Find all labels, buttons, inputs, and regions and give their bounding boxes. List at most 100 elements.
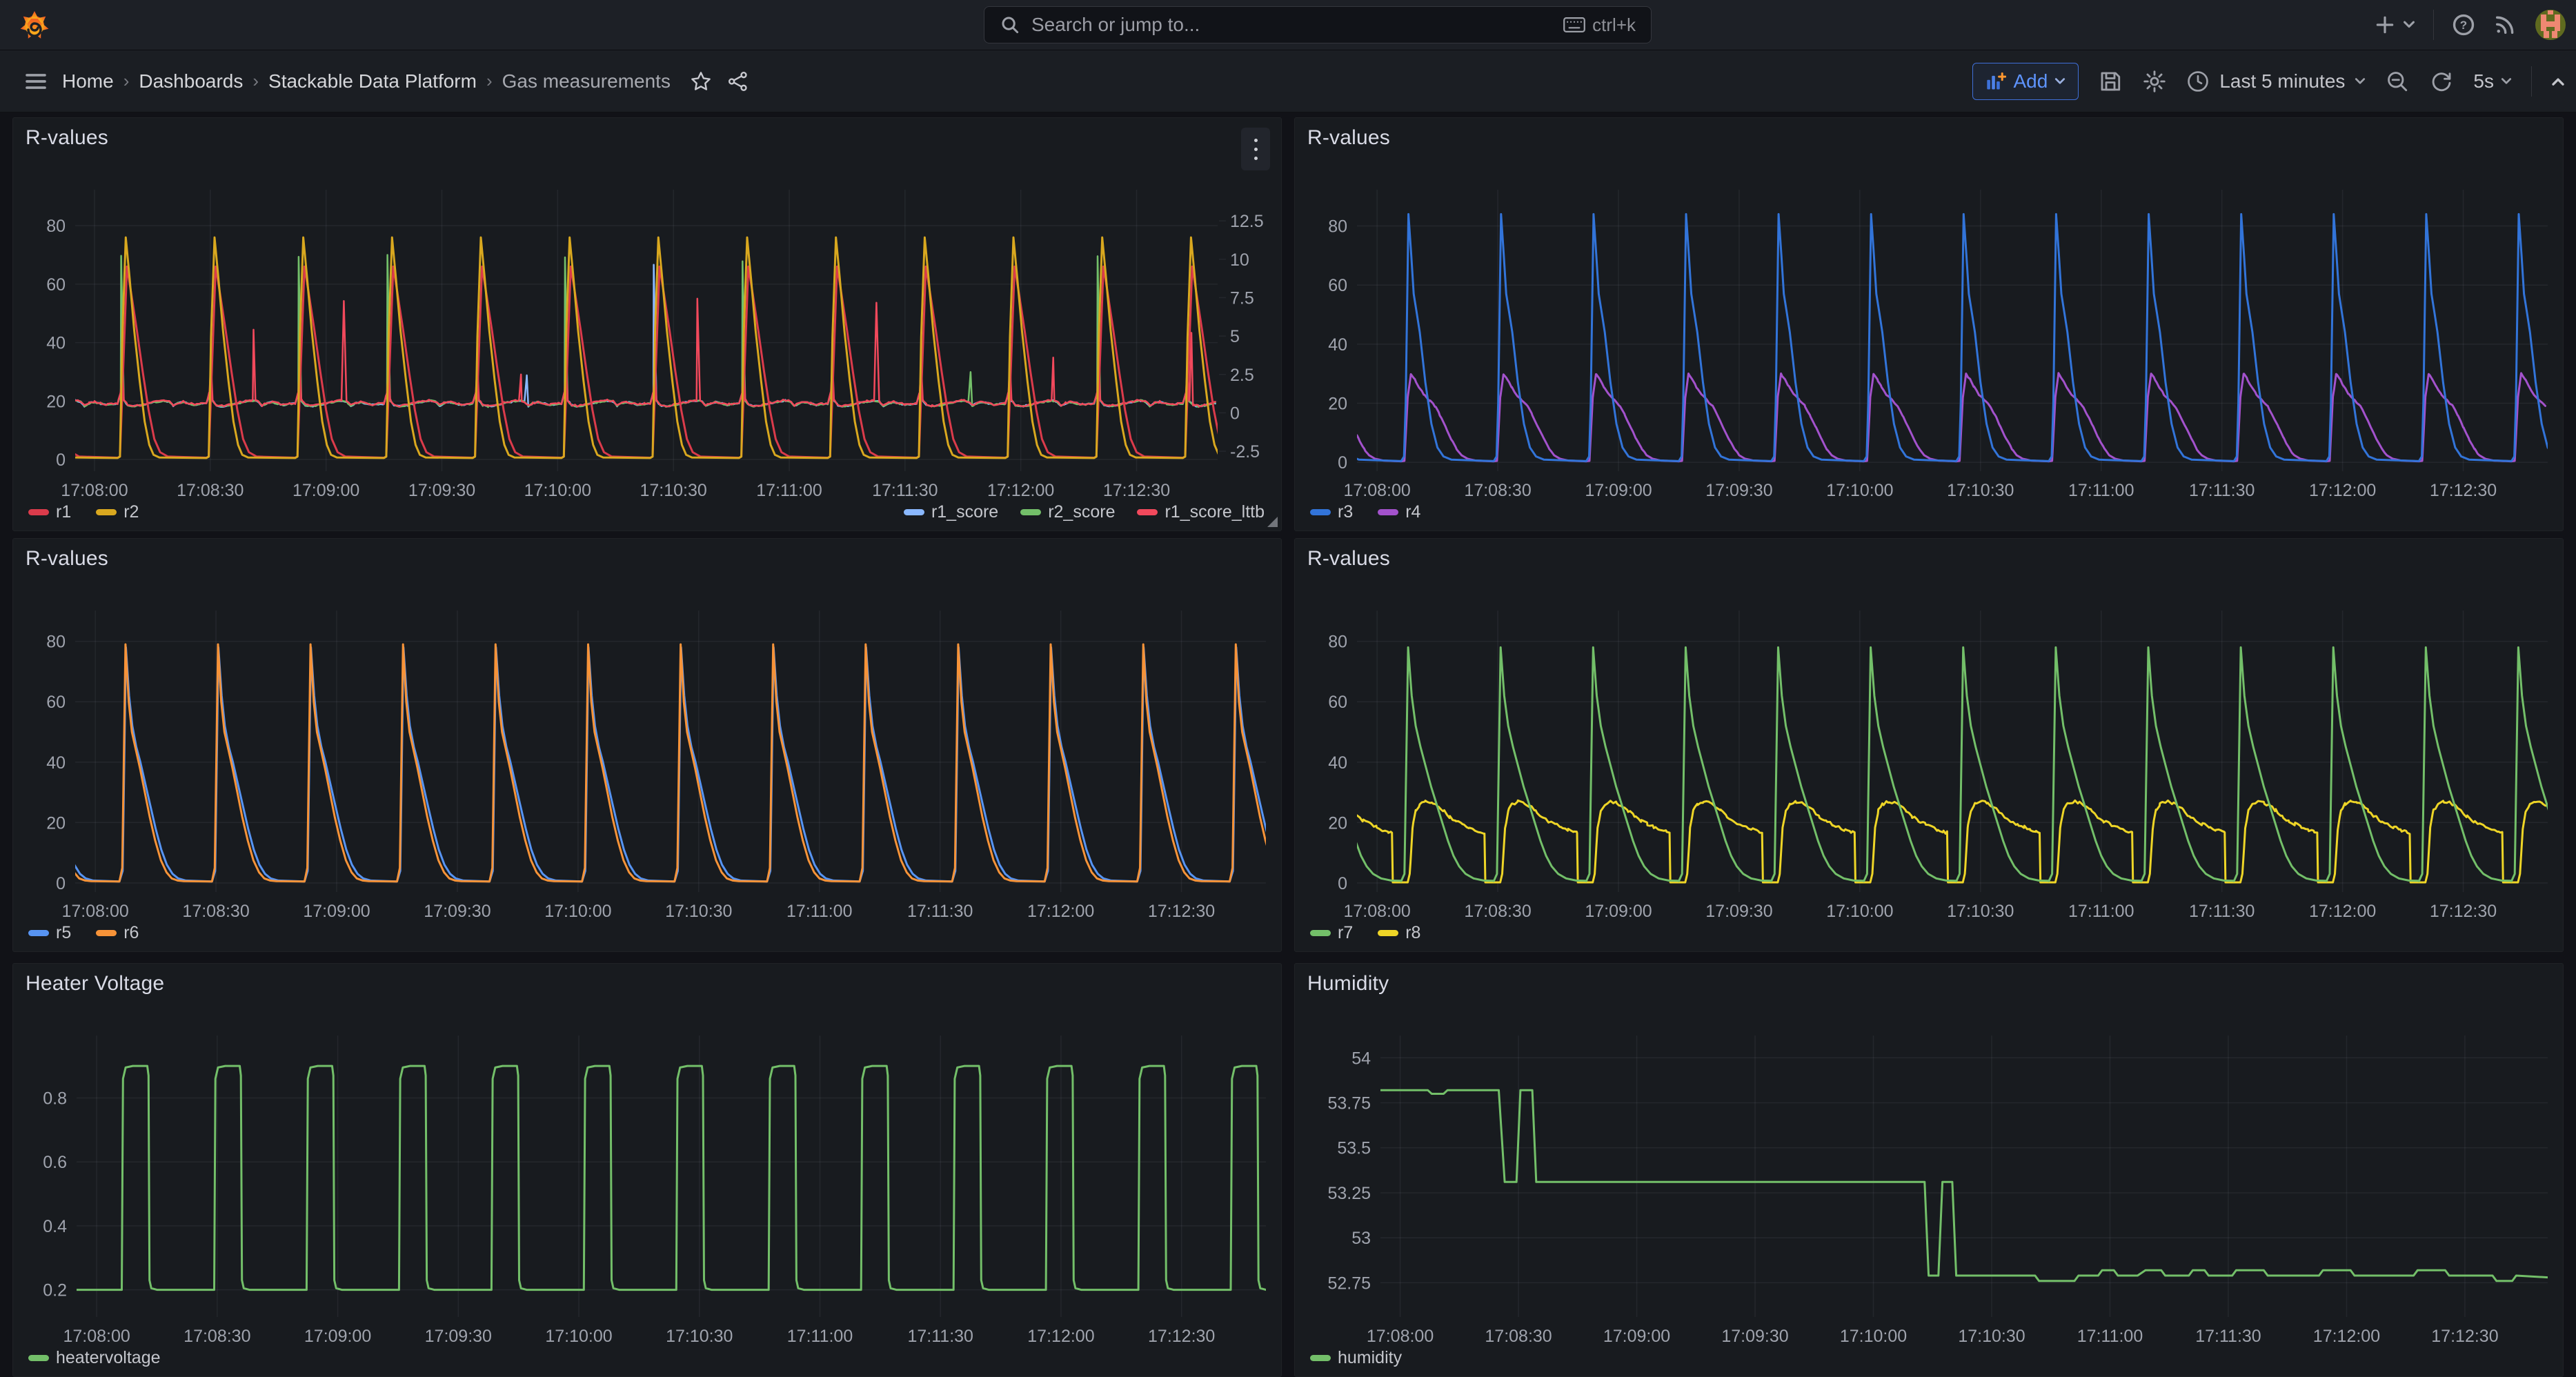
- y-axis-tick-label: 20: [1328, 813, 1347, 833]
- panel-plot[interactable]: 0.20.40.60.817:08:0017:08:3017:09:0017:0…: [13, 964, 1281, 1376]
- legend-label: r2: [123, 502, 139, 522]
- y-axis-tick-label: 60: [1328, 276, 1347, 295]
- series-line-r1_score_lttb: [75, 299, 1216, 407]
- panel-r-values-3: R-values02040608017:08:0017:08:3017:09:0…: [1294, 538, 2564, 952]
- legend-item-r3[interactable]: r3: [1310, 502, 1353, 522]
- y-axis-tick-label: 0.4: [43, 1217, 67, 1236]
- right-y-axis-tick-label: 7.5: [1230, 288, 1254, 308]
- y-axis-tick-label: 53.5: [1337, 1139, 1371, 1158]
- legend-label: humidity: [1338, 1348, 1402, 1368]
- y-axis-tick-label: 52.75: [1327, 1274, 1371, 1293]
- series-line-r6: [27, 644, 1281, 882]
- series-line-r1: [29, 266, 1271, 457]
- y-axis-tick-label: 53.75: [1327, 1093, 1371, 1113]
- panel-legend: humidity: [1310, 1342, 2548, 1374]
- right-y-axis-tick-label: 2.5: [1230, 366, 1254, 385]
- panel-r-values-1: R-values02040608017:08:0017:08:3017:09:0…: [1294, 117, 2564, 531]
- legend-label: r4: [1405, 502, 1420, 522]
- legend-item-r1_score_lttb[interactable]: r1_score_lttb: [1137, 502, 1265, 522]
- legend-swatch: [1310, 509, 1331, 515]
- legend-item-heatervoltage[interactable]: heatervoltage: [28, 1348, 161, 1368]
- legend-item-r7[interactable]: r7: [1310, 923, 1353, 943]
- y-axis-tick-label: 53.25: [1327, 1184, 1371, 1203]
- y-axis-tick-label: 54: [1351, 1049, 1371, 1068]
- y-axis-tick-label: 80: [1328, 633, 1347, 652]
- legend-label: r7: [1338, 923, 1353, 943]
- legend-label: r8: [1405, 923, 1420, 943]
- legend-swatch: [96, 930, 117, 936]
- legend-label: r1_score_lttb: [1165, 502, 1265, 522]
- y-axis-tick-label: 0: [1338, 874, 1347, 893]
- panel-plot[interactable]: 020406080-2.502.557.51012.517:08:0017:08…: [13, 118, 1281, 531]
- right-y-axis-tick-label: -2.5: [1230, 442, 1260, 462]
- panel-legend: r3 r4: [1310, 496, 2548, 528]
- y-axis-tick-label: 0: [56, 874, 66, 893]
- y-axis-tick-label: 40: [46, 334, 66, 353]
- legend-swatch: [1378, 509, 1398, 515]
- legend-swatch: [28, 509, 49, 515]
- panel-r-values-0: R-values020406080-2.502.557.51012.517:08…: [12, 117, 1282, 531]
- series-line-r8: [1357, 800, 2548, 882]
- legend-label: r5: [56, 923, 71, 943]
- panel-plot[interactable]: 02040608017:08:0017:08:3017:09:0017:09:3…: [1295, 118, 2563, 531]
- series-line-r2_score: [75, 255, 1216, 408]
- legend-swatch: [1378, 930, 1398, 936]
- y-axis-tick-label: 0.6: [43, 1153, 67, 1172]
- legend-swatch: [28, 930, 49, 936]
- legend-swatch: [96, 509, 117, 515]
- series-line-r4: [1357, 373, 2546, 462]
- legend-label: heatervoltage: [56, 1348, 161, 1368]
- panel-legend: r5 r6: [28, 917, 1266, 949]
- right-y-axis-tick-label: 0: [1230, 404, 1240, 423]
- legend-swatch: [904, 509, 924, 515]
- panel-legend: heatervoltage: [28, 1342, 1266, 1374]
- right-y-axis-tick-label: 5: [1230, 327, 1240, 346]
- legend-item-r6[interactable]: r6: [96, 923, 139, 943]
- legend-item-r1_score[interactable]: r1_score: [904, 502, 998, 522]
- series-line-heatervoltage: [28, 1066, 1281, 1290]
- series-line-r1_score: [75, 265, 1216, 407]
- series-line-humidity: [1380, 1090, 2548, 1281]
- y-axis-tick-label: 80: [46, 633, 66, 652]
- legend-label: r6: [123, 923, 139, 943]
- panel-r-values-2: R-values02040608017:08:0017:08:3017:09:0…: [12, 538, 1282, 952]
- legend-item-r2_score[interactable]: r2_score: [1020, 502, 1115, 522]
- y-axis-tick-label: 20: [1328, 395, 1347, 414]
- legend-label: r3: [1338, 502, 1353, 522]
- legend-swatch: [1310, 930, 1331, 936]
- y-axis-tick-label: 0.8: [43, 1089, 67, 1108]
- y-axis-tick-label: 0: [1338, 453, 1347, 473]
- y-axis-tick-label: 60: [46, 693, 66, 712]
- y-axis-tick-label: 80: [1328, 217, 1347, 237]
- panel-heater-voltage-4: Heater Voltage0.20.40.60.817:08:0017:08:…: [12, 963, 1282, 1377]
- legend-item-humidity[interactable]: humidity: [1310, 1348, 1402, 1368]
- y-axis-tick-label: 20: [46, 813, 66, 833]
- right-y-axis-tick-label: 12.5: [1230, 212, 1264, 231]
- legend-label: r2_score: [1048, 502, 1115, 522]
- y-axis-tick-label: 0.2: [43, 1281, 67, 1300]
- y-axis-tick-label: 60: [1328, 693, 1347, 712]
- y-axis-tick-label: 40: [1328, 753, 1347, 773]
- y-axis-tick-label: 40: [46, 753, 66, 773]
- right-y-axis-tick-label: 10: [1230, 250, 1249, 270]
- legend-item-r4[interactable]: r4: [1378, 502, 1420, 522]
- legend-swatch: [1137, 509, 1158, 515]
- y-axis-tick-label: 20: [46, 392, 66, 411]
- panel-plot[interactable]: 52.755353.2553.553.755417:08:0017:08:301…: [1295, 964, 2563, 1376]
- panel-legend-right-group: r1_score r2_score r1_score_lttb: [904, 496, 1265, 528]
- y-axis-tick-label: 60: [46, 275, 66, 295]
- dashboard-canvas: R-values020406080-2.502.557.51012.517:08…: [0, 0, 2576, 1356]
- legend-item-r5[interactable]: r5: [28, 923, 71, 943]
- legend-item-r2[interactable]: r2: [96, 502, 139, 522]
- legend-item-r8[interactable]: r8: [1378, 923, 1420, 943]
- y-axis-tick-label: 0: [56, 450, 66, 470]
- y-axis-tick-label: 53: [1351, 1229, 1371, 1248]
- legend-item-r1[interactable]: r1: [28, 502, 71, 522]
- panel-humidity-5: Humidity52.755353.2553.553.755417:08:001…: [1294, 963, 2564, 1377]
- legend-label: r1: [56, 502, 71, 522]
- panel-plot[interactable]: 02040608017:08:0017:08:3017:09:0017:09:3…: [1295, 539, 2563, 951]
- panel-plot[interactable]: 02040608017:08:0017:08:3017:09:0017:09:3…: [13, 539, 1281, 951]
- panel-legend: r1 r2 r1_score r2_score r1_score_lttb: [28, 496, 1266, 528]
- y-axis-tick-label: 40: [1328, 335, 1347, 355]
- legend-swatch: [1020, 509, 1041, 515]
